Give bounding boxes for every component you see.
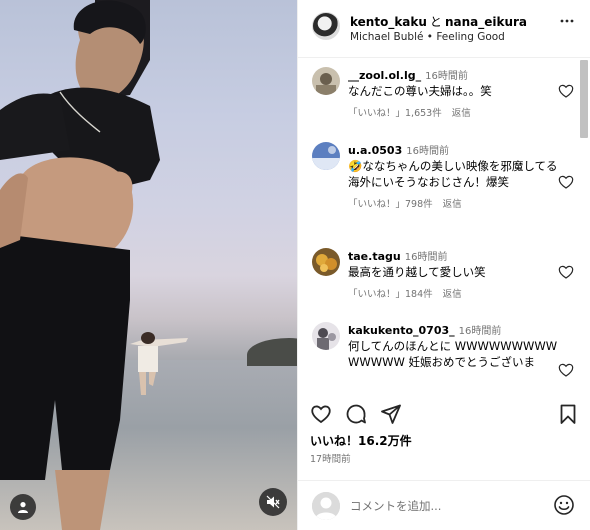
author-avatar[interactable] xyxy=(312,12,340,40)
commenter-username[interactable]: __zool.ol.lg_ xyxy=(348,69,421,82)
reply-button[interactable]: 返信 xyxy=(452,108,471,119)
author-username-2[interactable]: nana_eikura xyxy=(445,15,527,29)
commenter-username[interactable]: kakukento_0703_ xyxy=(348,324,455,337)
comment-text: なんだこの尊い夫婦は。。笑 xyxy=(348,84,492,98)
comment-time[interactable]: 16時間前 xyxy=(425,71,468,82)
post-actions xyxy=(298,395,590,431)
post-header: kento_kaku と nana_eikura Michael Bublé • F… xyxy=(298,0,590,58)
more-horizontal-icon[interactable] xyxy=(560,14,574,28)
author-conjunction: と xyxy=(429,15,442,29)
commenter-avatar[interactable] xyxy=(312,67,340,95)
mute-button[interactable] xyxy=(259,488,287,516)
comment-text: 🤣ななちゃんの美しい映像を邪魔してる海外にいそうなおじさん！爆笑 xyxy=(348,159,558,189)
comments-list: __zool.ol.lg_ 16時間前 なんだこの尊い夫婦は。。笑 「いいね！」1… xyxy=(298,58,590,390)
reply-button[interactable]: 返信 xyxy=(443,199,462,210)
bookmark-icon[interactable] xyxy=(557,403,579,425)
commenter-username[interactable]: u.a.0503 xyxy=(348,144,402,157)
person-icon xyxy=(18,502,28,513)
speaker-muted-icon xyxy=(266,495,280,509)
heart-icon[interactable] xyxy=(558,174,574,190)
reply-button[interactable]: 返信 xyxy=(443,289,462,300)
author-names: kento_kaku と nana_eikura xyxy=(350,13,527,30)
comment-time[interactable]: 16時間前 xyxy=(405,252,448,263)
comment-time[interactable]: 16時間前 xyxy=(459,326,502,337)
heart-icon[interactable] xyxy=(558,362,574,378)
comment-like-count[interactable]: 「いいね！」184件 xyxy=(348,289,433,300)
heart-icon[interactable] xyxy=(558,83,574,99)
smiley-icon[interactable] xyxy=(553,494,575,516)
my-avatar xyxy=(312,492,340,520)
post-side-panel: kento_kaku と nana_eikura Michael Bublé • F… xyxy=(297,0,590,530)
add-comment-bar xyxy=(298,480,590,530)
comment-text: 最高を通り越して愛しい笑 xyxy=(348,265,486,279)
post-media[interactable] xyxy=(0,0,297,530)
video-frame-people xyxy=(0,0,188,530)
woman-figure xyxy=(130,332,188,395)
comment-input[interactable] xyxy=(350,495,520,517)
heart-icon[interactable] xyxy=(558,264,574,280)
share-icon[interactable] xyxy=(380,403,402,425)
comment-like-count[interactable]: 「いいね！」798件 xyxy=(348,199,433,210)
commenter-avatar[interactable] xyxy=(312,248,340,276)
man-figure xyxy=(0,0,160,530)
audio-track[interactable]: Michael Bublé • Feeling Good xyxy=(350,31,505,43)
comment-like-count[interactable]: 「いいね！」1,653件 xyxy=(348,108,442,119)
tagged-users-button[interactable] xyxy=(10,494,36,520)
commenter-username[interactable]: tae.tagu xyxy=(348,250,401,263)
comment-text: 何してんのほんとに WWWWWWWWWWWWWW 妊娠おめでとうございま xyxy=(348,339,558,369)
heart-icon[interactable] xyxy=(310,403,332,425)
commenter-avatar[interactable] xyxy=(312,142,340,170)
post-like-count[interactable]: いいね！16.2万件 xyxy=(310,432,412,449)
post-time[interactable]: 17時間前 xyxy=(310,451,351,465)
commenter-avatar[interactable] xyxy=(312,322,340,350)
author-username-1[interactable]: kento_kaku xyxy=(350,15,427,29)
comment-time[interactable]: 16時間前 xyxy=(406,146,449,157)
comment-icon[interactable] xyxy=(345,403,367,425)
